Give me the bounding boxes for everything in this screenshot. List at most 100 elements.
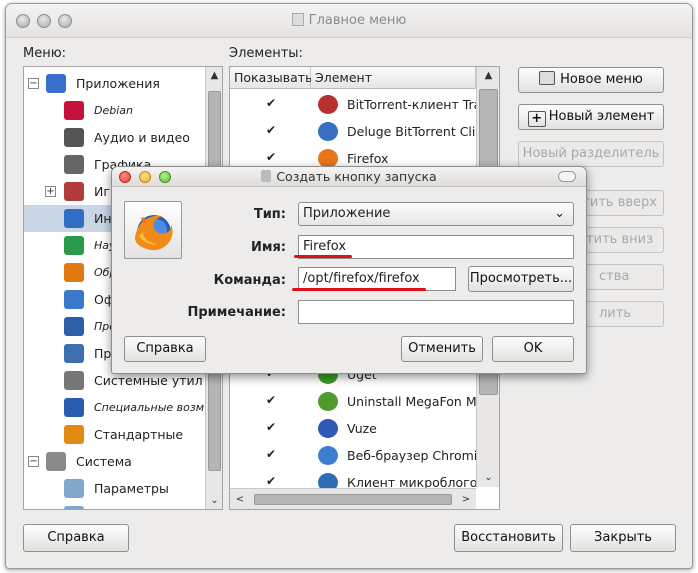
dialog-title-text: Создать кнопку запуска: [276, 169, 437, 184]
comment-label: Примечание:: [187, 305, 286, 320]
scroll-down-icon[interactable]: ⌄: [206, 492, 222, 509]
element-label: Deluge BitTorrent Clie: [347, 124, 484, 139]
vuze-icon: [318, 419, 338, 438]
dialog-ok-button[interactable]: OK: [492, 336, 574, 362]
table-row[interactable]: ✔ Веб-браузер Chromiu: [230, 442, 485, 469]
menu-tree-item-label: Приложения: [76, 76, 160, 91]
show-checkbox[interactable]: ✔: [266, 151, 277, 163]
table-row[interactable]: ✔ BitTorrent-клиент Tra: [230, 91, 481, 118]
scroll-up-icon[interactable]: ▲: [206, 67, 222, 85]
table-row[interactable]: ✔ Vuze: [230, 415, 475, 442]
show-checkbox[interactable]: ✔: [266, 421, 277, 433]
menu-tree-item[interactable]: Стандартные: [24, 421, 204, 448]
comment-field[interactable]: [298, 300, 574, 324]
type-select-value: Приложение: [303, 206, 391, 221]
show-checkbox[interactable]: ✔: [266, 475, 277, 487]
menu-tree-item-label: Специальные возм: [94, 401, 205, 414]
scroll-left-icon[interactable]: <: [230, 491, 250, 509]
collapse-icon[interactable]: −: [28, 78, 39, 89]
menu-tree-item[interactable]: Параметры: [24, 475, 204, 502]
create-launcher-dialog: Создать кнопку запуска Тип: Приложение ⌄…: [111, 166, 587, 374]
launcher-icon: [261, 170, 272, 182]
menu-tree-item-label: Администрир: [94, 502, 183, 509]
name-label: Имя:: [250, 240, 286, 255]
window-titlebar: Главное меню: [6, 4, 692, 38]
monitor-icon: [64, 344, 84, 363]
system-icon: [46, 452, 66, 471]
globe-green-icon: [64, 236, 84, 255]
browse-button[interactable]: Просмотреть...: [468, 266, 574, 292]
chevron-down-icon: ⌄: [554, 206, 565, 221]
deluge-icon: [318, 122, 338, 141]
new-item-label: Новый элемент: [548, 109, 655, 124]
window-title-text: Главное меню: [308, 13, 407, 28]
dialog-help-button[interactable]: Справка: [124, 336, 206, 362]
table-row[interactable]: ✔ Deluge BitTorrent Clie: [230, 118, 483, 145]
menu-editor-icon: [291, 13, 304, 26]
menu-tree-item-label: Стандартные: [94, 427, 184, 442]
menu-tree-item[interactable]: Debian: [24, 97, 204, 124]
dialog-cancel-button[interactable]: Отменить: [401, 336, 483, 362]
show-checkbox[interactable]: ✔: [266, 124, 277, 136]
new-menu-button[interactable]: Новое меню: [518, 67, 664, 93]
new-menu-label: Новое меню: [560, 72, 643, 87]
menu-tree-item[interactable]: Администрир: [24, 502, 204, 509]
menu-tree-item-label: Пр: [94, 346, 112, 361]
new-separator-button[interactable]: Новый разделитель: [518, 141, 664, 167]
office-icon: [64, 290, 84, 309]
element-label: Vuze: [347, 421, 377, 436]
element-label: Uninstall MegaFon Mo: [347, 394, 485, 409]
programming-icon: [64, 317, 84, 336]
compass-tool-icon: [64, 263, 84, 282]
menu-tree-item[interactable]: − Приложения: [24, 70, 204, 97]
folder-icon: [64, 506, 84, 509]
scroll-right-icon[interactable]: >: [456, 491, 476, 509]
collapse-icon[interactable]: −: [28, 456, 39, 467]
close-button[interactable]: Закрыть: [570, 524, 676, 552]
expand-icon[interactable]: +: [45, 186, 56, 197]
table-row[interactable]: ✔ Uninstall MegaFon Mo: [230, 388, 484, 415]
menu-tree-item[interactable]: Специальные возм: [24, 394, 204, 421]
scroll-up-icon[interactable]: ▲: [477, 67, 499, 85]
show-checkbox[interactable]: ✔: [266, 394, 277, 406]
applications-icon: [46, 74, 66, 93]
debian-swirl-icon: [64, 101, 84, 120]
chromium-icon: [318, 446, 338, 465]
command-label: Команда:: [213, 273, 286, 288]
trash-icon: [318, 392, 338, 411]
menu-label: Меню:: [23, 46, 67, 61]
accessibility-icon: [64, 398, 84, 417]
dialog-title: Создать кнопку запуска: [112, 169, 586, 184]
menu-tree-item-label: Параметры: [94, 481, 169, 496]
element-label: BitTorrent-клиент Tra: [347, 97, 482, 112]
scroll-down-icon[interactable]: ⌄: [477, 469, 499, 487]
show-checkbox[interactable]: ✔: [266, 448, 277, 460]
hscrollbar-thumb[interactable]: [254, 494, 452, 505]
column-header-show[interactable]: Показывать: [230, 67, 312, 89]
folder-icon: [64, 479, 84, 498]
plus-icon: +: [527, 111, 546, 127]
menu-tree-item-label: Аудио и видео: [94, 130, 190, 145]
help-button[interactable]: Справка: [23, 524, 129, 552]
dialog-titlebar: Создать кнопку запуска: [112, 167, 586, 187]
launcher-icon-button[interactable]: [124, 201, 182, 259]
film-reel-icon: [64, 128, 84, 147]
column-header-element[interactable]: Элемент: [311, 67, 476, 89]
type-select[interactable]: Приложение ⌄: [298, 202, 574, 226]
element-label: Веб-браузер Chromiu: [347, 448, 486, 463]
elements-hscrollbar[interactable]: < >: [230, 488, 476, 509]
transmission-icon: [318, 95, 338, 114]
firefox-icon: [135, 215, 173, 251]
menu-tree-item[interactable]: − Система: [24, 448, 204, 475]
camera-icon: [64, 155, 84, 174]
show-checkbox[interactable]: ✔: [266, 97, 277, 109]
menu-tree-item[interactable]: Аудио и видео: [24, 124, 204, 151]
restore-button[interactable]: Восстановить: [454, 524, 563, 552]
new-menu-icon: [539, 71, 556, 85]
system-tools-icon: [64, 371, 84, 390]
type-label: Тип:: [253, 207, 286, 222]
dialog-toolbar-toggle-icon[interactable]: [558, 171, 576, 182]
accessories-icon: [64, 425, 84, 444]
menu-tree-item-label: Debian: [94, 104, 133, 117]
new-item-button[interactable]: + Новый элемент: [518, 104, 664, 130]
